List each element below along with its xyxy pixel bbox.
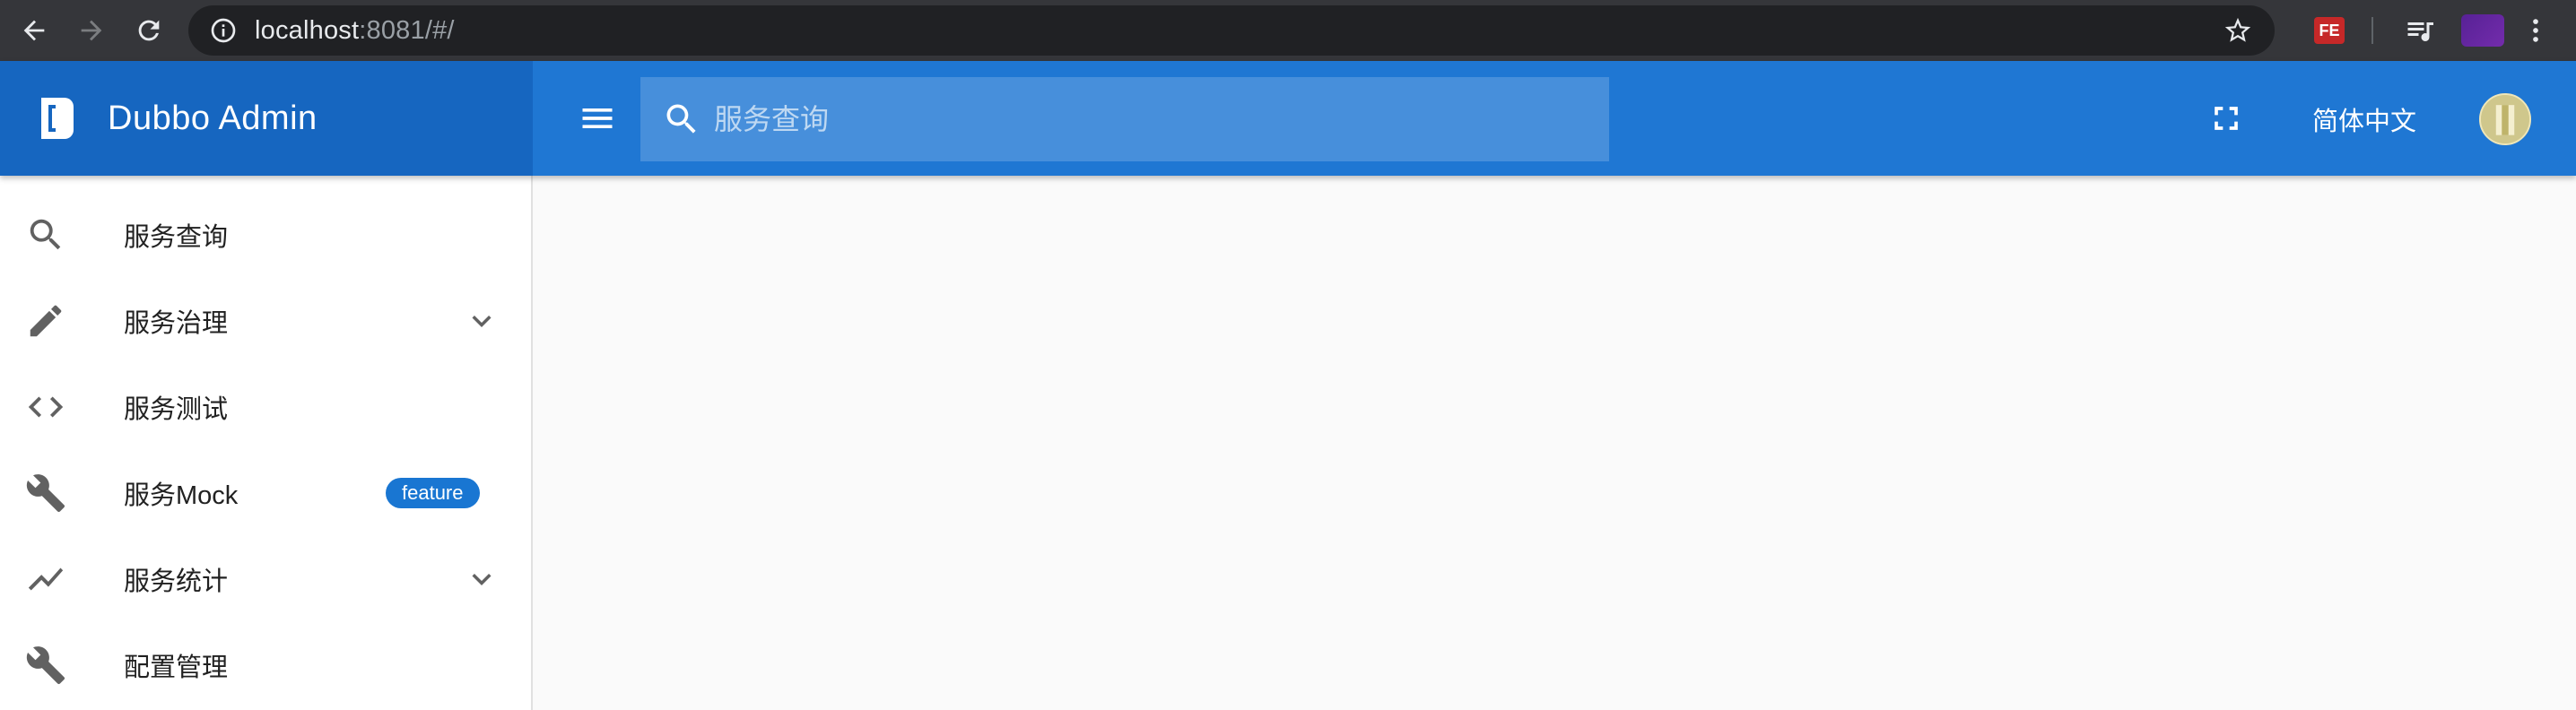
sidebar-item-label: 配置管理 <box>124 654 229 682</box>
service-search[interactable] <box>640 77 1609 161</box>
reload-button[interactable] <box>120 0 178 61</box>
brand[interactable]: Dubbo Admin <box>0 61 533 176</box>
browser-toolbar: localhost:8081/#/ FE <box>0 0 2576 61</box>
language-selector[interactable]: 简体中文 <box>2312 100 2416 138</box>
arrow-left-icon <box>23 20 45 41</box>
back-button[interactable] <box>5 0 63 61</box>
search-input[interactable] <box>712 101 1519 137</box>
toolbar-divider <box>2371 17 2373 44</box>
url-path: :8081/#/ <box>359 15 455 45</box>
avatar-image-icon <box>2481 95 2529 143</box>
sidebar-item-service-search[interactable]: 服务查询 <box>0 192 531 278</box>
avatar[interactable] <box>2479 93 2531 145</box>
url-host: localhost <box>255 15 360 45</box>
forward-button[interactable] <box>63 0 120 61</box>
fe-extension-icon[interactable]: FE <box>2314 17 2347 47</box>
sidebar-item-label: 服务Mock <box>124 481 239 510</box>
trending-icon <box>25 558 66 600</box>
extensions-area: FE <box>2314 0 2551 61</box>
sidebar-item-label: 服务治理 <box>124 309 229 338</box>
sidebar-item-service-test[interactable]: 服务测试 <box>0 364 531 450</box>
code-icon <box>25 386 66 428</box>
app-toolbar: Dubbo Admin 简体中文 <box>0 61 2576 176</box>
dubbo-logo-icon <box>38 96 77 141</box>
menu-icon <box>582 108 613 128</box>
reload-icon <box>138 20 160 41</box>
menu-toggle-button[interactable] <box>574 95 621 142</box>
address-bar[interactable]: localhost:8081/#/ <box>188 5 2275 56</box>
sidebar-item-service-governance[interactable]: 服务治理 <box>0 278 531 364</box>
sidebar-item-service-mock[interactable]: 服务Mock feature <box>0 450 531 536</box>
chevron-down-icon[interactable] <box>463 302 500 340</box>
site-info-icon[interactable] <box>208 15 239 46</box>
fullscreen-icon[interactable] <box>2206 99 2246 138</box>
purple-extension-icon[interactable] <box>2461 14 2504 47</box>
chevron-down-icon[interactable] <box>463 560 500 598</box>
sidebar-item-label: 服务统计 <box>124 567 229 596</box>
search-icon <box>666 104 696 134</box>
feature-badge: feature <box>386 478 480 508</box>
more-vert-icon[interactable] <box>2520 15 2551 46</box>
bookmark-star-icon[interactable] <box>2223 15 2253 46</box>
arrow-right-icon <box>81 20 102 41</box>
pencil-icon <box>25 300 66 342</box>
search-icon <box>25 214 66 255</box>
sidebar-item-config-management[interactable]: 配置管理 <box>0 622 531 708</box>
main-content <box>533 176 2576 710</box>
sidebar: 服务查询 服务治理 服务测试 服务Mock feature 服务统计 配置管理 <box>0 176 533 710</box>
media-playlist-icon[interactable] <box>2404 14 2436 47</box>
wrench-icon <box>25 645 66 686</box>
sidebar-item-service-statistics[interactable]: 服务统计 <box>0 536 531 622</box>
sidebar-item-label: 服务测试 <box>124 395 229 424</box>
brand-title: Dubbo Admin <box>108 99 318 137</box>
wrench-icon <box>25 472 66 514</box>
url-text: localhost:8081/#/ <box>255 16 455 46</box>
sidebar-item-label: 服务查询 <box>124 223 229 252</box>
